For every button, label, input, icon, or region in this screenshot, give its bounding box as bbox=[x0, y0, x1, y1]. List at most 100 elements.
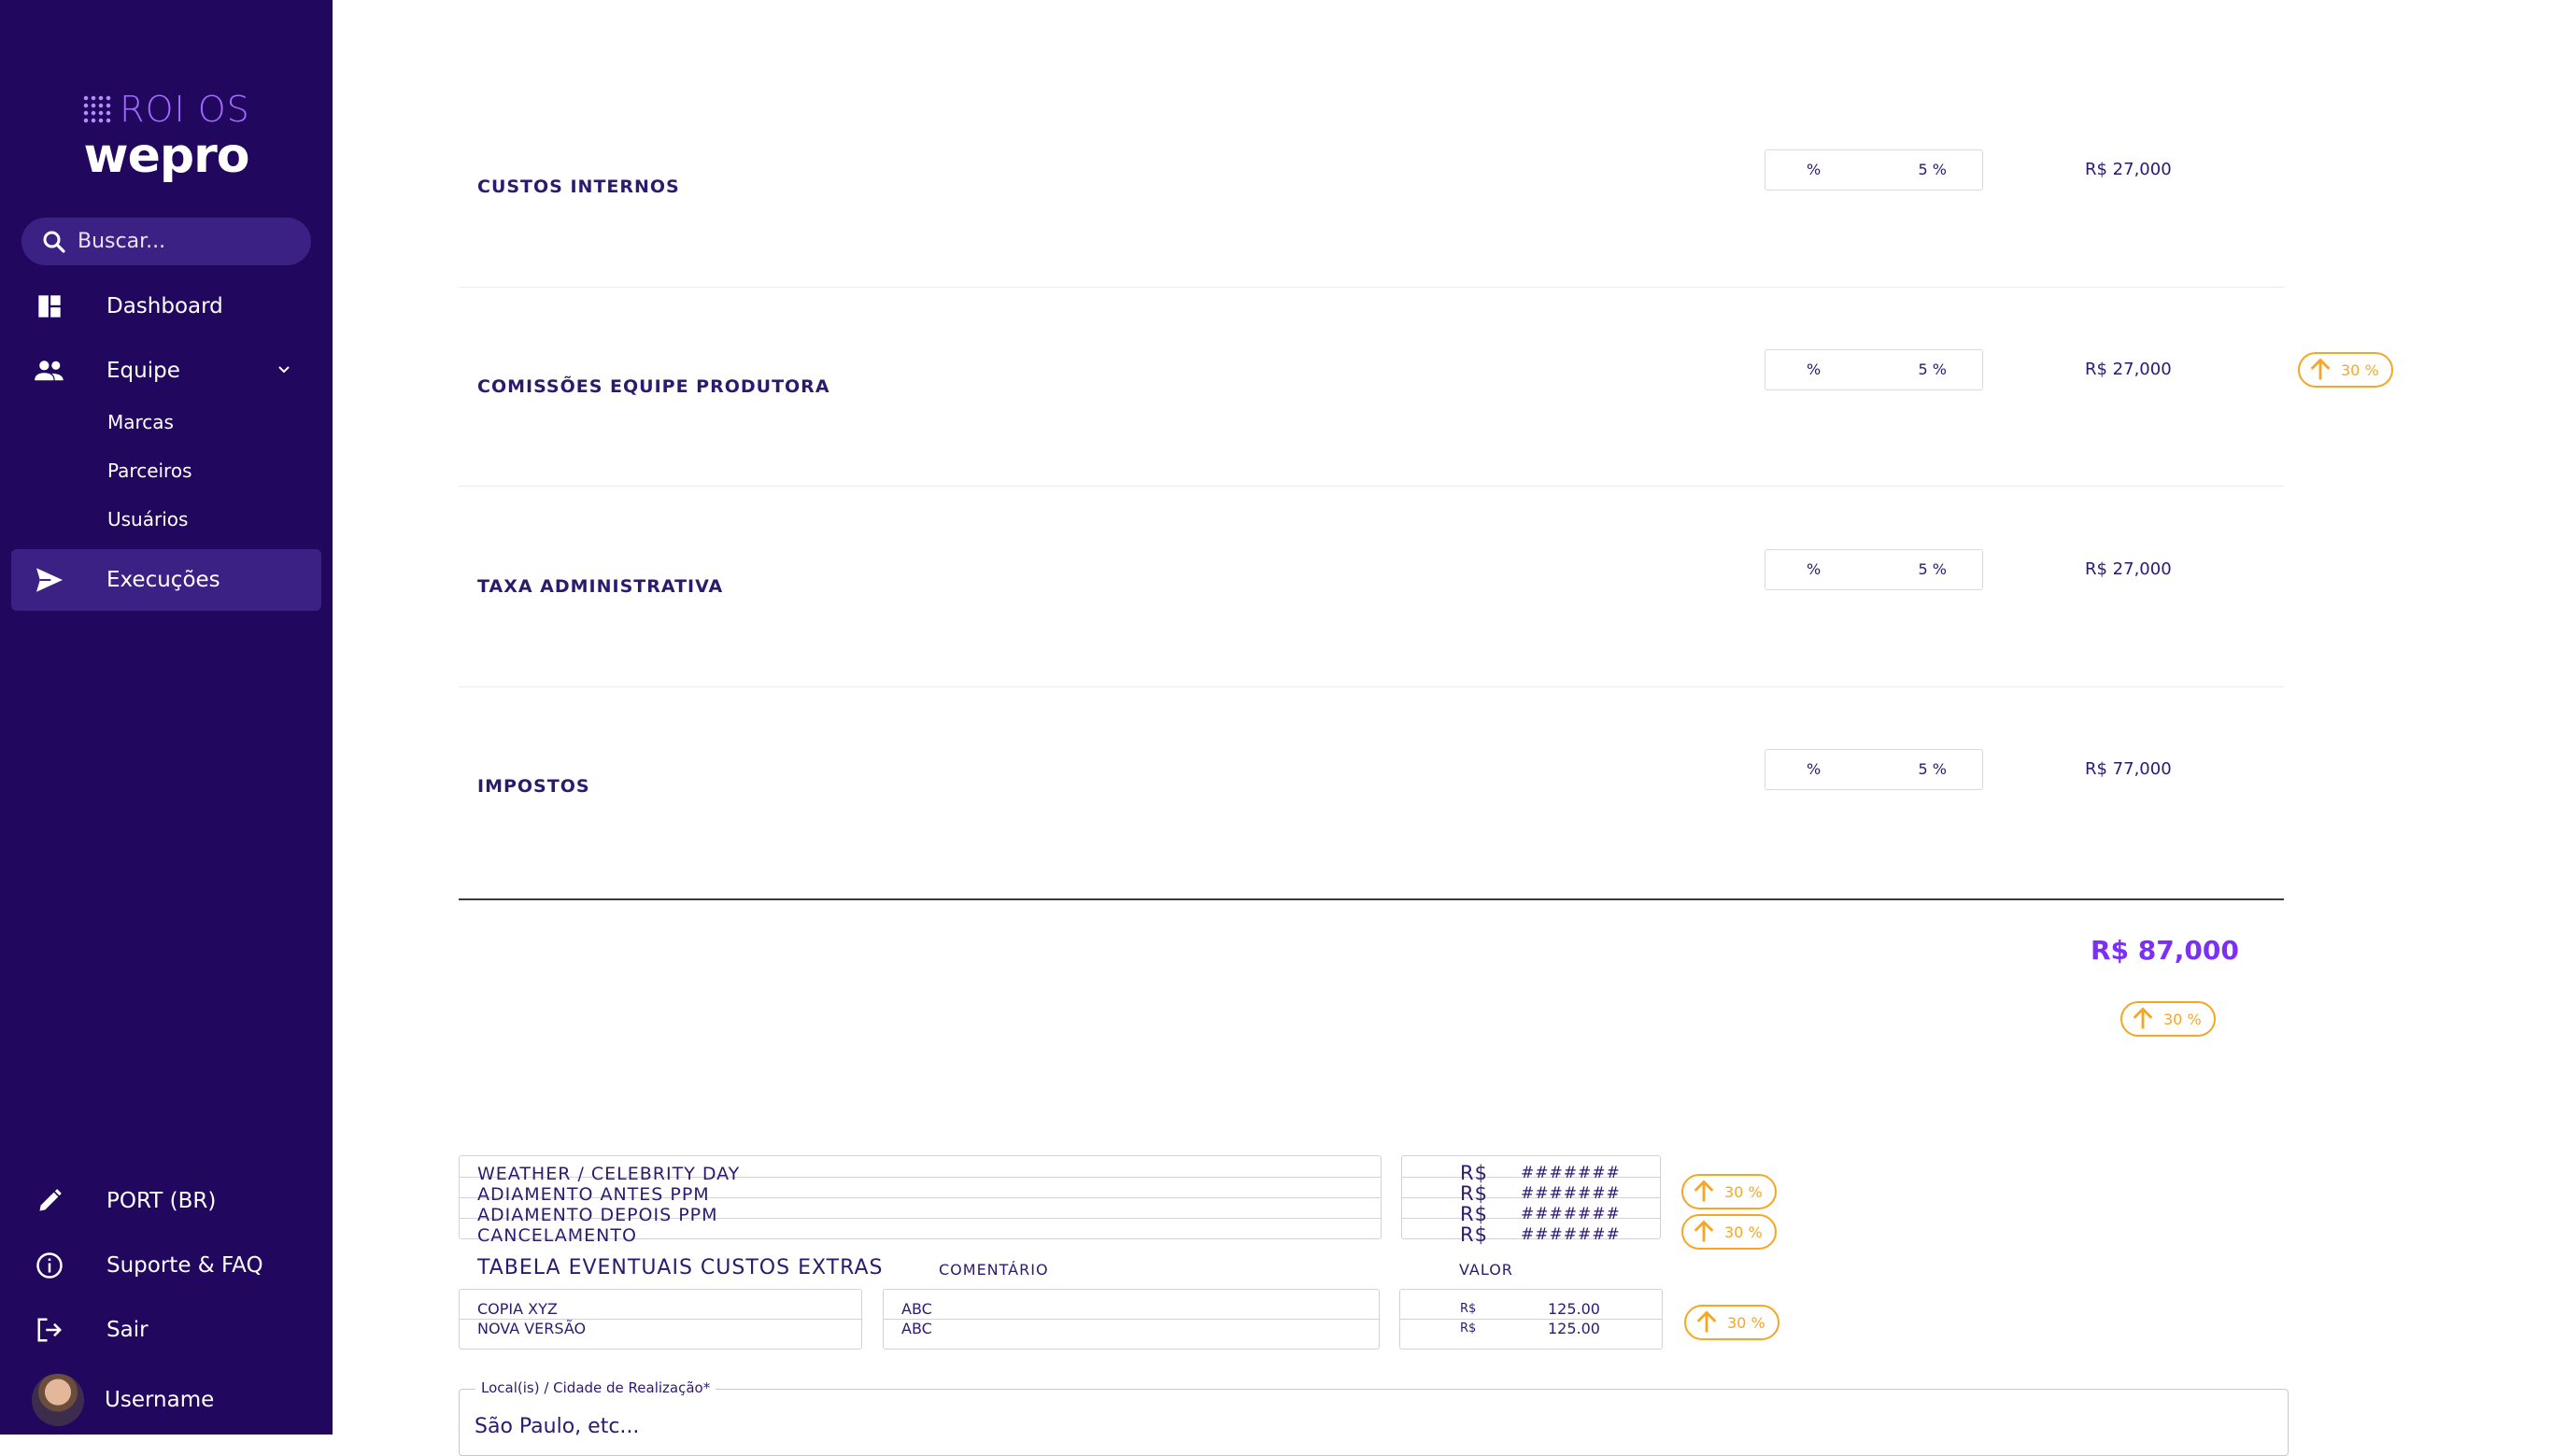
arrow-up-icon bbox=[1696, 1310, 1717, 1333]
cost-row-amount: R$ 77,000 bbox=[2085, 759, 2172, 779]
percent-value: 5 % bbox=[1918, 161, 1947, 178]
badge-value: 30 % bbox=[2163, 1010, 2202, 1028]
avatar bbox=[32, 1374, 84, 1426]
badge-value: 30 % bbox=[1724, 1182, 1763, 1201]
percent-input[interactable]: % 5 % bbox=[1765, 349, 1983, 390]
cost-row-label: TAXA ADMINISTRATIVA bbox=[477, 576, 724, 597]
column-header-value: VALOR bbox=[1459, 1261, 1513, 1279]
cost-row-amount: R$ 27,000 bbox=[2085, 559, 2172, 579]
extras-row-comment: ABC bbox=[901, 1320, 932, 1337]
send-icon bbox=[34, 564, 65, 596]
column-header-comment: COMENTÁRIO bbox=[939, 1261, 1049, 1279]
sidebar: ROI OS wepro Dashboard Equipe Marcas Par… bbox=[0, 0, 333, 1435]
extras-row-value: 125.00 bbox=[1548, 1320, 1600, 1337]
percent-input[interactable]: % 5 % bbox=[1765, 549, 1983, 590]
section-divider bbox=[459, 898, 2284, 900]
extras-row-value: 125.00 bbox=[1548, 1300, 1600, 1318]
cost-row-label: IMPOSTOS bbox=[477, 776, 590, 797]
nav-logout[interactable]: Sair bbox=[11, 1299, 321, 1361]
extras-comment-cell[interactable] bbox=[883, 1289, 1380, 1350]
total-amount: R$ 87,000 bbox=[2091, 935, 2239, 966]
row-divider bbox=[459, 486, 2284, 487]
badge-value: 30 % bbox=[2341, 360, 2379, 379]
nav-sub-parceiros[interactable]: Parceiros bbox=[107, 459, 192, 482]
username: Username bbox=[105, 1388, 215, 1412]
chevron-down-icon[interactable] bbox=[275, 360, 293, 385]
contingency-label[interactable]: ADIAMENTO DEPOIS PPM bbox=[477, 1205, 718, 1225]
location-field[interactable] bbox=[459, 1389, 2289, 1456]
percent-value: 5 % bbox=[1918, 560, 1947, 578]
arrow-up-icon bbox=[2133, 1007, 2153, 1029]
percent-symbol: % bbox=[1807, 360, 1822, 378]
nav-sub-usuarios[interactable]: Usuários bbox=[107, 508, 188, 530]
cell-divider bbox=[884, 1319, 1379, 1320]
dashboard-icon bbox=[34, 290, 65, 322]
extras-row-name: NOVA VERSÃO bbox=[477, 1320, 587, 1337]
contingency-label[interactable]: CANCELAMENTO bbox=[477, 1225, 637, 1246]
nav-dashboard[interactable]: Dashboard bbox=[11, 276, 321, 337]
arrow-up-icon bbox=[2310, 358, 2331, 380]
extras-row-comment: ABC bbox=[901, 1300, 932, 1318]
search-bar bbox=[21, 218, 311, 265]
extras-badge[interactable]: 30 % bbox=[1684, 1305, 1779, 1340]
cost-row-amount: R$ 27,000 bbox=[2085, 160, 2172, 179]
nav-language-label: PORT (BR) bbox=[106, 1189, 217, 1213]
cost-row-amount: R$ 27,000 bbox=[2085, 360, 2172, 379]
percent-value: 5 % bbox=[1918, 760, 1947, 778]
arrow-up-icon bbox=[1694, 1180, 1714, 1202]
currency: R$ bbox=[1460, 1322, 1477, 1336]
nav-sub-marcas[interactable]: Marcas bbox=[107, 411, 174, 433]
extras-row-name: COPIA XYZ bbox=[477, 1300, 558, 1318]
nav-language[interactable]: PORT (BR) bbox=[11, 1170, 321, 1232]
cost-row-label: CUSTOS INTERNOS bbox=[477, 177, 680, 197]
percent-symbol: % bbox=[1807, 560, 1822, 578]
contingency-value[interactable]: ####### bbox=[1521, 1205, 1621, 1223]
currency: R$ bbox=[1460, 1203, 1488, 1225]
total-increase-badge[interactable]: 30 % bbox=[2120, 1001, 2216, 1037]
cell-divider bbox=[1400, 1319, 1662, 1320]
brand-logo[interactable]: ROI OS wepro bbox=[0, 89, 333, 180]
location-field-label: Local(is) / Cidade de Realização* bbox=[475, 1379, 716, 1396]
search-input[interactable] bbox=[76, 229, 304, 254]
search-icon bbox=[40, 228, 68, 256]
currency: R$ bbox=[1460, 1162, 1488, 1184]
row-divider bbox=[459, 287, 2284, 288]
brand-name: wepro bbox=[83, 128, 250, 184]
badge-value: 30 % bbox=[1727, 1313, 1765, 1332]
percent-symbol: % bbox=[1807, 760, 1822, 778]
contingency-badge[interactable]: 30 % bbox=[1681, 1214, 1777, 1250]
currency: R$ bbox=[1460, 1223, 1488, 1246]
logo-dots-icon bbox=[82, 94, 113, 124]
cost-row-label: COMISSÕES EQUIPE PRODUTORA bbox=[477, 376, 830, 397]
row-divider bbox=[459, 686, 2284, 687]
percent-input[interactable]: % 5 % bbox=[1765, 149, 1983, 191]
percent-input[interactable]: % 5 % bbox=[1765, 749, 1983, 790]
contingency-label[interactable]: WEATHER / CELEBRITY DAY bbox=[477, 1164, 740, 1184]
percent-symbol: % bbox=[1807, 161, 1822, 178]
nav-dashboard-label: Dashboard bbox=[106, 294, 223, 318]
product-name: ROI OS bbox=[120, 89, 250, 130]
badge-value: 30 % bbox=[1724, 1223, 1763, 1241]
user-profile[interactable]: Username bbox=[11, 1369, 321, 1431]
contingency-badge[interactable]: 30 % bbox=[1681, 1174, 1777, 1209]
location-field-value[interactable]: São Paulo, etc... bbox=[475, 1415, 639, 1438]
currency: R$ bbox=[1460, 1182, 1488, 1205]
extras-table-title: TABELA EVENTUAIS CUSTOS EXTRAS bbox=[477, 1256, 884, 1279]
contingency-value[interactable]: ####### bbox=[1521, 1225, 1621, 1244]
nav-equipe[interactable]: Equipe bbox=[11, 340, 321, 402]
nav-equipe-label: Equipe bbox=[106, 359, 180, 383]
nav-support-label: Suporte & FAQ bbox=[106, 1253, 263, 1278]
percent-value: 5 % bbox=[1918, 360, 1947, 378]
team-icon bbox=[34, 355, 65, 387]
contingency-value[interactable]: ####### bbox=[1521, 1164, 1621, 1182]
logout-icon bbox=[34, 1314, 65, 1346]
contingency-value[interactable]: ####### bbox=[1521, 1184, 1621, 1203]
contingency-label[interactable]: ADIAMENTO ANTES PPM bbox=[477, 1184, 710, 1205]
currency: R$ bbox=[1460, 1302, 1477, 1316]
increase-badge[interactable]: 30 % bbox=[2298, 352, 2393, 388]
nav-logout-label: Sair bbox=[106, 1318, 149, 1342]
extras-value-cell[interactable] bbox=[1399, 1289, 1663, 1350]
arrow-up-icon bbox=[1694, 1220, 1714, 1242]
nav-execucoes[interactable]: Execuções bbox=[11, 549, 321, 611]
nav-support[interactable]: Suporte & FAQ bbox=[11, 1235, 321, 1296]
